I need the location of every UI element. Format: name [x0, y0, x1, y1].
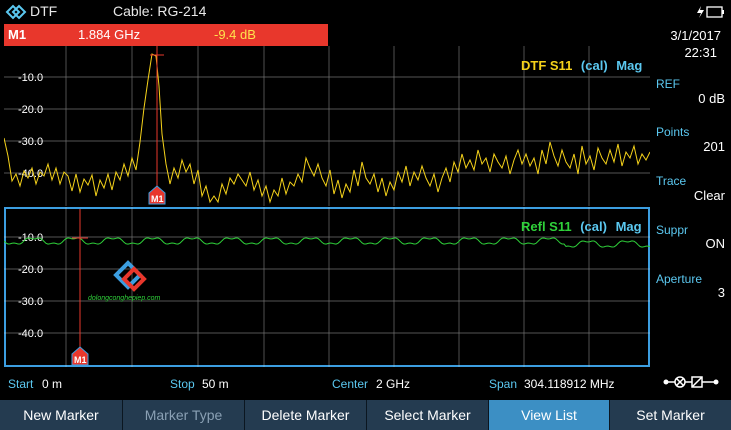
start-value[interactable]: 0 m — [42, 377, 62, 391]
app-name: DTF — [30, 3, 58, 19]
marker-name: M1 — [8, 27, 27, 42]
title-bar: DTF Cable: RG-214 — [0, 0, 731, 24]
refl-trace-title-name: Refl S11 — [521, 219, 572, 234]
param-points-value: 201 — [703, 139, 725, 154]
select-marker-button[interactable]: Select Marker — [367, 400, 489, 430]
center-label: Center — [332, 377, 369, 391]
param-points-label: Points — [656, 125, 690, 139]
watermark-logo-icon — [113, 260, 147, 292]
dtf-plot[interactable]: -10.0 -20.0 -30.0 -40.0 M1 DTF S11 (cal)… — [4, 46, 650, 206]
cable-type: Cable: RG-214 — [113, 3, 207, 19]
span-label: Span — [489, 377, 518, 391]
connection-status-icon — [663, 376, 719, 388]
dtf-y-tick: -10.0 — [18, 72, 43, 84]
delete-marker-button[interactable]: Delete Marker — [245, 400, 367, 430]
marker-frequency: 1.884 GHz — [78, 27, 141, 42]
refl-plot[interactable]: -10.0 -20.0 -30.0 -40.0 M1 dolongconghep… — [4, 207, 650, 367]
refl-trace-title[interactable]: Refl S11 (cal) Mag — [521, 219, 642, 234]
refl-marker-flag[interactable]: M1 — [71, 346, 89, 366]
new-marker-button[interactable]: New Marker — [0, 400, 123, 430]
battery-charging-icon — [697, 6, 724, 18]
dtf-trace-title-name: DTF S11 — [521, 58, 572, 73]
refl-marker-label: M1 — [74, 355, 87, 365]
refl-y-tick: -20.0 — [18, 264, 43, 276]
dtf-y-tick: -30.0 — [18, 136, 43, 148]
center-value[interactable]: 2 GHz — [376, 377, 410, 391]
time-display: 22:31 — [684, 45, 717, 60]
dtf-trace — [4, 53, 650, 204]
refl-trace-title-mag: Mag — [616, 219, 642, 234]
rohde-schwarz-logo-icon — [5, 4, 27, 20]
stop-label: Stop — [170, 377, 195, 391]
marker-level: -9.4 dB — [214, 27, 256, 42]
marker-type-button[interactable]: Marker Type — [123, 400, 245, 430]
stop-value[interactable]: 50 m — [202, 377, 229, 391]
set-marker-button[interactable]: Set Marker — [610, 400, 731, 430]
param-ref-value: 0 dB — [698, 91, 725, 106]
dtf-trace-title[interactable]: DTF S11 (cal) Mag — [521, 58, 642, 73]
status-bar: Start 0 m Stop 50 m Center 2 GHz Span 30… — [0, 368, 651, 398]
param-trace-label: Trace — [656, 174, 687, 188]
view-list-button[interactable]: View List — [489, 400, 610, 430]
param-aperture-label: Aperture — [656, 272, 703, 286]
side-panel: 3/1/2017 22:31 REF 0 dB Points 201 Trace… — [651, 24, 731, 368]
start-label: Start — [8, 377, 34, 391]
dtf-y-tick: -20.0 — [18, 104, 43, 116]
dtf-marker-label: M1 — [151, 194, 164, 204]
refl-trace-title-cal: (cal) — [580, 219, 607, 234]
refl-trace — [4, 237, 650, 248]
param-suppr-value: ON — [705, 236, 726, 251]
watermark-text: dolongconghepiep.com — [88, 295, 161, 302]
span-value[interactable]: 304.118912 MHz — [524, 377, 615, 391]
refl-y-tick: -30.0 — [18, 296, 43, 308]
param-aperture-value: 3 — [717, 285, 725, 300]
refl-y-tick: -40.0 — [18, 328, 43, 340]
param-trace-value: Clear — [693, 188, 725, 203]
marker-readout-bar[interactable]: M1 1.884 GHz -9.4 dB — [4, 24, 328, 46]
dtf-trace-title-cal: (cal) — [581, 58, 608, 73]
date-display: 3/1/2017 — [670, 28, 721, 43]
dtf-marker-flag[interactable]: M1 — [148, 185, 166, 205]
param-suppr-label: Suppr — [656, 223, 689, 237]
dtf-trace-title-mag: Mag — [616, 58, 642, 73]
softkey-bar: New Marker Marker Type Delete Marker Sel… — [0, 400, 731, 430]
param-ref-label: REF — [656, 77, 680, 91]
